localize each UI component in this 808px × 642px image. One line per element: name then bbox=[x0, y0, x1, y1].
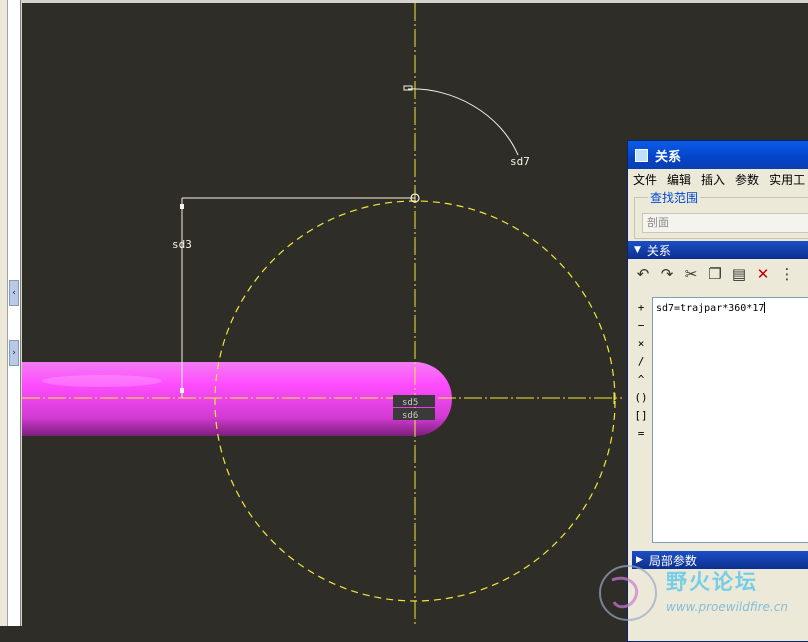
relation-line: sd7=trajpar*360*17 bbox=[656, 303, 765, 314]
relations-section-label: 关系 bbox=[646, 243, 671, 258]
operator-equals[interactable]: = bbox=[632, 427, 650, 445]
more-icon[interactable]: ⋮ bbox=[776, 263, 798, 285]
relations-toolbar: ↶ ↷ ✂ ❐ ▤ ✕ ⋮ bbox=[628, 259, 808, 289]
operator-brackets[interactable]: [] bbox=[632, 409, 650, 427]
dialog-titlebar[interactable]: 关系 bbox=[628, 141, 808, 169]
dialog-title: 关系 bbox=[655, 149, 682, 165]
sd3-label[interactable]: sd3 bbox=[172, 238, 192, 251]
left-panel-strip: ‹ › bbox=[0, 0, 22, 626]
operator-power[interactable]: ^ bbox=[632, 373, 650, 391]
operator-minus[interactable]: − bbox=[632, 319, 650, 337]
menu-insert[interactable]: 插入 bbox=[696, 171, 730, 188]
copy-icon[interactable]: ❐ bbox=[704, 263, 726, 285]
collapse-left-handle[interactable]: ‹ bbox=[9, 280, 19, 306]
app-icon bbox=[635, 148, 648, 162]
watermark-text: 野火论坛 bbox=[666, 570, 758, 594]
redo-icon[interactable]: ↷ bbox=[656, 263, 678, 285]
search-scope-group: 查找范围 剖面 bbox=[628, 189, 808, 241]
collapse-arrow-icon: ▼ bbox=[634, 245, 641, 255]
window-edge bbox=[0, 0, 8, 626]
operator-multiply[interactable]: × bbox=[632, 337, 650, 355]
sd3-arrow-top bbox=[180, 204, 184, 209]
swept-tube[interactable] bbox=[22, 362, 452, 436]
watermark-logo-icon bbox=[599, 565, 657, 621]
watermark-url: www.proewildfire.cn bbox=[666, 600, 788, 614]
operator-parens[interactable]: () bbox=[632, 391, 650, 409]
sd7-angle-arc[interactable] bbox=[407, 88, 519, 156]
operator-plus[interactable]: + bbox=[632, 301, 650, 319]
expand-right-handle[interactable]: › bbox=[9, 340, 19, 366]
menu-file[interactable]: 文件 bbox=[628, 171, 662, 188]
sd6-label[interactable]: sd6 bbox=[402, 411, 418, 421]
sd5-label[interactable]: sd5 bbox=[402, 398, 418, 408]
sd7-label[interactable]: sd7 bbox=[510, 155, 530, 168]
undo-icon[interactable]: ↶ bbox=[632, 263, 654, 285]
menu-parameters[interactable]: 参数 bbox=[730, 171, 764, 188]
menu-edit[interactable]: 编辑 bbox=[662, 171, 696, 188]
model-tree-strip bbox=[8, 0, 21, 626]
operator-column: + − × / ^ () [] = bbox=[632, 301, 650, 445]
text-caret bbox=[764, 302, 766, 313]
cut-icon[interactable]: ✂ bbox=[680, 263, 702, 285]
delete-icon[interactable]: ✕ bbox=[752, 263, 774, 285]
relations-editor[interactable]: sd7=trajpar*360*17 bbox=[652, 297, 808, 543]
relations-section-header[interactable]: ▼ 关系 bbox=[628, 241, 808, 259]
menubar: 文件 编辑 插入 参数 实用工 bbox=[628, 169, 808, 189]
operator-divide[interactable]: / bbox=[632, 355, 650, 373]
tube-highlight bbox=[42, 375, 162, 387]
paste-icon[interactable]: ▤ bbox=[728, 263, 750, 285]
scope-legend: 查找范围 bbox=[648, 189, 701, 206]
site-watermark: 野火论坛 www.proewildfire.cn bbox=[596, 560, 808, 626]
menu-utilities[interactable]: 实用工 bbox=[764, 171, 808, 188]
scope-select[interactable]: 剖面 bbox=[642, 213, 808, 233]
sd3-arrow-bottom bbox=[180, 388, 184, 393]
